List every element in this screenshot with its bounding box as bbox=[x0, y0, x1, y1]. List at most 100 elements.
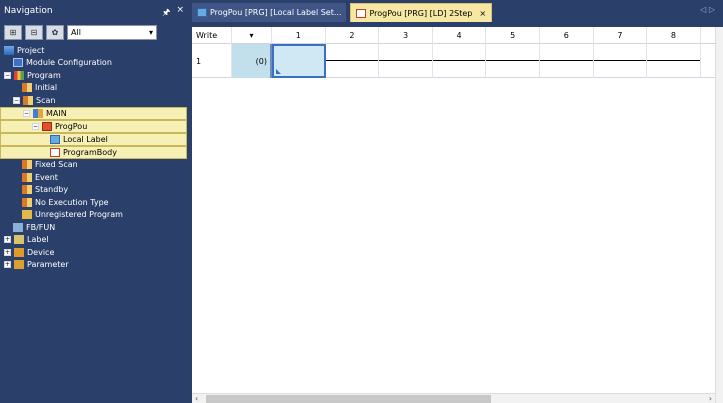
project-icon bbox=[4, 45, 14, 55]
tree-item-scan[interactable]: − Scan bbox=[0, 94, 190, 107]
tree-item-device[interactable]: + Device bbox=[0, 246, 190, 259]
tree-item-label: Project bbox=[17, 45, 45, 55]
collapse-tree-icon[interactable]: ⊟ bbox=[25, 24, 43, 40]
tree-item-project[interactable]: Project bbox=[0, 44, 190, 57]
step-number: (0) bbox=[232, 44, 272, 78]
expand-tree-icon[interactable]: ⊞ bbox=[4, 24, 22, 40]
ladder-cell[interactable] bbox=[486, 44, 540, 78]
tree-item-main[interactable]: − MAIN bbox=[0, 106, 187, 120]
collapse-icon[interactable]: − bbox=[23, 109, 30, 117]
tree-item-fixed-scan[interactable]: Fixed Scan bbox=[0, 159, 190, 172]
step-column-dropdown-icon[interactable]: ▾ bbox=[232, 27, 272, 44]
tree-item-programbody[interactable]: ProgramBody bbox=[0, 145, 187, 159]
cursor-marker-icon bbox=[276, 69, 281, 74]
tab-scroll-icon[interactable]: ◁ ▷ bbox=[700, 5, 715, 14]
navigation-footer bbox=[0, 389, 190, 403]
tree-item-module-configuration[interactable]: Module Configuration bbox=[0, 57, 190, 70]
tree-item-label: Standby bbox=[35, 185, 69, 195]
ladder-cell[interactable] bbox=[379, 44, 433, 78]
tree-item-label: Fixed Scan bbox=[35, 160, 78, 170]
tree-item-label: No Execution Type bbox=[35, 197, 109, 207]
ladder-cell[interactable] bbox=[539, 44, 594, 78]
tab-label: ProgPou [PRG] [Local Label Set... bbox=[210, 8, 342, 17]
vertical-scrollbar[interactable] bbox=[715, 27, 723, 403]
task-icon bbox=[22, 83, 32, 93]
ladder-icon bbox=[356, 8, 367, 18]
task-icon bbox=[22, 197, 32, 207]
tree-item-progpou[interactable]: − ProgPou bbox=[0, 119, 187, 133]
project-tree: Project Module Configuration − Program Initi… bbox=[0, 44, 190, 389]
tree-item-label: Module Configuration bbox=[26, 58, 112, 68]
tree-item-initial[interactable]: Initial bbox=[0, 82, 190, 95]
rung-line bbox=[593, 60, 647, 61]
expand-icon[interactable]: + bbox=[4, 261, 11, 269]
horizontal-scroll-thumb[interactable] bbox=[206, 395, 491, 403]
ladder-cell[interactable] bbox=[593, 44, 648, 78]
ladder-editor[interactable]: Write ▾ 12345678 1 (0) ‹ › bbox=[192, 27, 723, 403]
collapse-icon[interactable]: − bbox=[4, 71, 11, 79]
column-header-8: 8 bbox=[647, 27, 701, 44]
tree-item-label: Parameter bbox=[27, 260, 69, 270]
rung-line bbox=[325, 60, 379, 61]
editor-area: ProgPou [PRG] [Local Label Set... ProgPou… bbox=[192, 0, 723, 403]
tree-item-label[interactable]: + Label bbox=[0, 234, 190, 247]
device-icon bbox=[14, 247, 24, 257]
tree-item-event[interactable]: Event bbox=[0, 171, 190, 184]
column-header-3: 3 bbox=[379, 27, 433, 44]
tree-item-label: Scan bbox=[36, 95, 56, 105]
ladder-row: 1 (0) bbox=[192, 44, 723, 78]
tree-item-standby[interactable]: Standby bbox=[0, 184, 190, 197]
tree-item-label: FB/FUN bbox=[26, 222, 56, 232]
close-icon[interactable]: × bbox=[176, 5, 184, 21]
ladder-cell[interactable] bbox=[432, 44, 487, 78]
rung-line bbox=[539, 60, 593, 61]
tree-item-program[interactable]: − Program bbox=[0, 69, 190, 82]
scroll-right-icon[interactable]: › bbox=[709, 394, 712, 403]
column-header-7: 7 bbox=[594, 27, 648, 44]
tree-item-label: Unregistered Program bbox=[35, 210, 123, 220]
expand-icon[interactable]: + bbox=[4, 248, 11, 256]
navigation-toolbar: ⊞ ⊟ ✿ All ▾ bbox=[0, 22, 190, 42]
ladder-cell[interactable] bbox=[325, 44, 380, 78]
task-icon bbox=[23, 95, 33, 105]
program-icon bbox=[14, 70, 24, 80]
edit-cursor[interactable] bbox=[272, 44, 326, 78]
pou-icon bbox=[42, 121, 52, 131]
rung-line bbox=[486, 60, 539, 61]
local-label-icon bbox=[50, 134, 60, 144]
horizontal-scrollbar[interactable]: ‹ › bbox=[192, 393, 715, 403]
collapse-icon[interactable]: − bbox=[13, 96, 20, 104]
tree-item-local-label[interactable]: Local Label bbox=[0, 132, 187, 146]
tree-item-label: MAIN bbox=[46, 108, 67, 118]
column-header-2: 2 bbox=[326, 27, 380, 44]
tab-close-icon[interactable]: × bbox=[479, 9, 486, 18]
expand-icon[interactable]: + bbox=[4, 236, 11, 244]
tab-local-label-settings[interactable]: ProgPou [PRG] [Local Label Set... bbox=[192, 3, 347, 22]
task-icon bbox=[22, 172, 32, 182]
tab-label: ProgPou [PRG] [LD] 2Step bbox=[369, 8, 473, 18]
collapse-icon[interactable]: − bbox=[32, 122, 39, 130]
ladder-cell[interactable] bbox=[647, 44, 701, 78]
ladder-cell[interactable] bbox=[272, 44, 326, 78]
rung-line bbox=[647, 60, 700, 61]
column-header-4: 4 bbox=[433, 27, 487, 44]
rung-line bbox=[432, 60, 486, 61]
label-table-icon bbox=[197, 8, 207, 17]
tab-ld-editor[interactable]: ProgPou [PRG] [LD] 2Step × bbox=[350, 3, 493, 22]
tree-item-label: Device bbox=[27, 247, 55, 257]
tree-item-unregistered-program[interactable]: Unregistered Program bbox=[0, 209, 190, 222]
scroll-left-icon[interactable]: ‹ bbox=[195, 394, 198, 403]
tree-item-label: Program bbox=[27, 70, 61, 80]
column-header-6: 6 bbox=[540, 27, 594, 44]
tree-item-label: Initial bbox=[35, 83, 58, 93]
mode-label: Write bbox=[192, 27, 232, 44]
settings-gear-icon[interactable]: ✿ bbox=[46, 24, 64, 40]
document-tab-bar: ProgPou [PRG] [Local Label Set... ProgPou… bbox=[192, 0, 723, 22]
pin-icon[interactable]: 🖈 bbox=[162, 5, 170, 21]
filter-select[interactable]: All ▾ bbox=[67, 24, 157, 40]
tree-item-fb-fun[interactable]: FB/FUN bbox=[0, 221, 190, 234]
tree-item-parameter[interactable]: + Parameter bbox=[0, 259, 190, 272]
tree-item-no-execution-type[interactable]: No Execution Type bbox=[0, 196, 190, 209]
module-icon bbox=[13, 58, 23, 68]
tree-item-label: Label bbox=[27, 235, 49, 245]
